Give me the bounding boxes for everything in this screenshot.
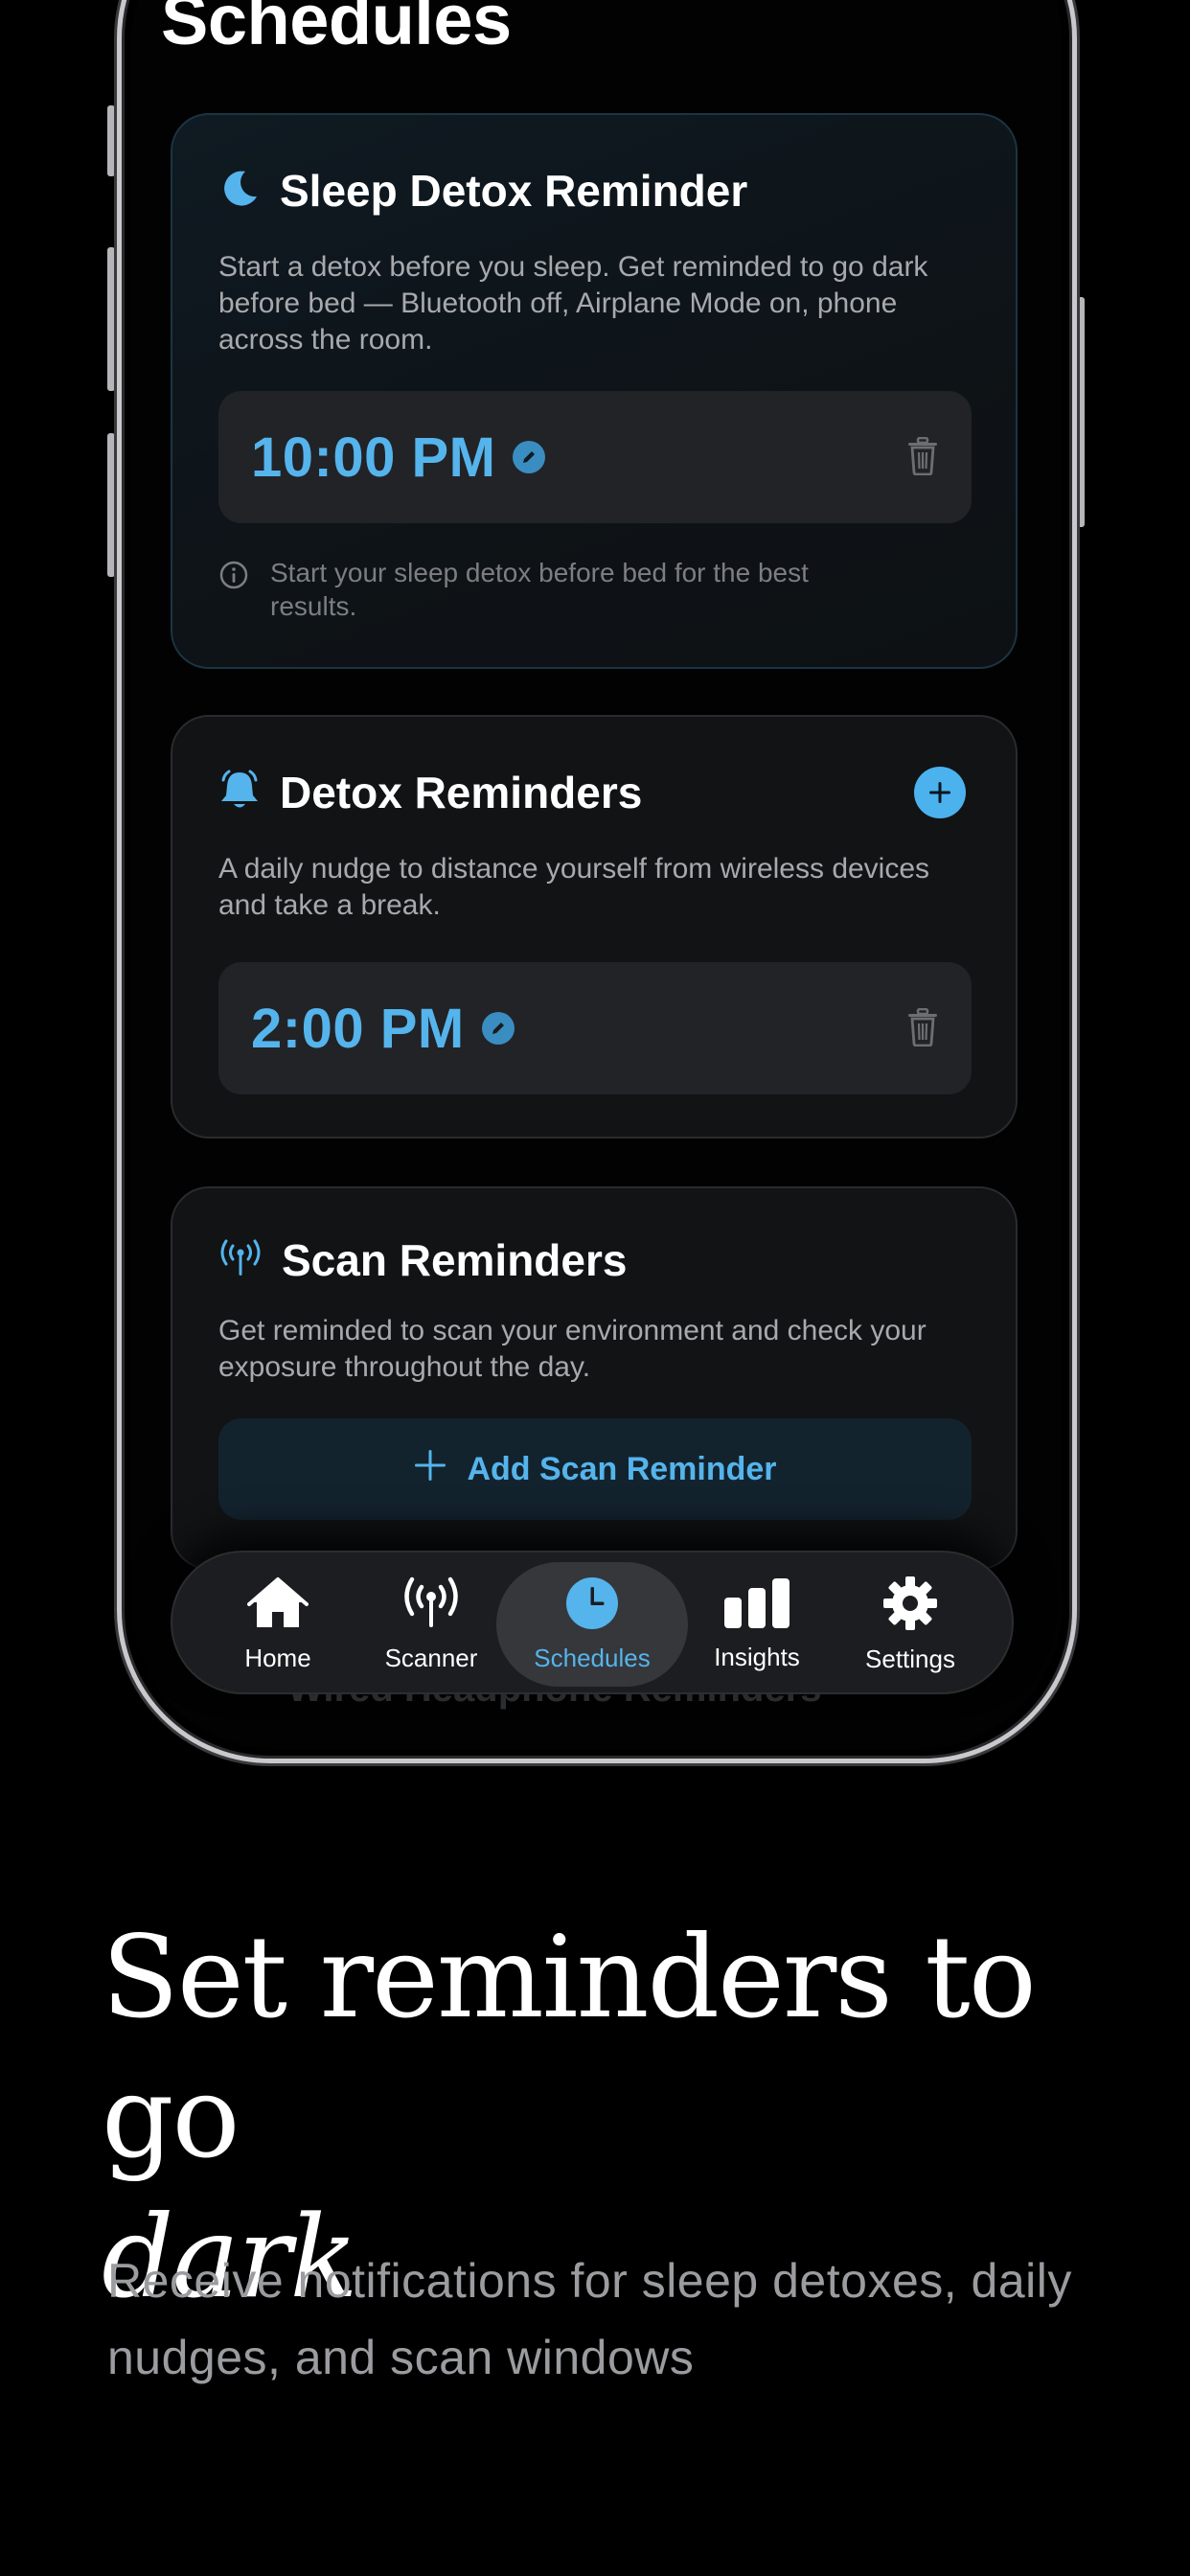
detox-reminders-header: Detox Reminders [218, 767, 642, 818]
delete-detox-reminder-icon[interactable] [906, 1007, 939, 1051]
sleep-detox-hint-text: Start your sleep detox before bed for th… [270, 558, 809, 621]
scan-reminders-title: Scan Reminders [282, 1235, 628, 1285]
detox-reminder-time[interactable]: 2:00 PM [251, 997, 465, 1061]
sleep-detox-card: Sleep Detox Reminder Start a detox befor… [171, 113, 1018, 669]
tab-insights-label: Insights [714, 1643, 800, 1671]
edit-time-icon[interactable] [481, 1012, 515, 1045]
sleep-detox-title: Sleep Detox Reminder [280, 166, 748, 216]
scan-reminders-card: Scan Reminders Get reminded to scan your… [171, 1186, 1018, 1570]
edit-time-icon[interactable] [513, 441, 546, 473]
delete-sleep-reminder-icon[interactable] [906, 436, 939, 480]
add-scan-reminder-button[interactable]: Add Scan Reminder [218, 1418, 972, 1520]
sleep-detox-description: Start a detox before you sleep. Get remi… [218, 251, 928, 356]
detox-reminders-title: Detox Reminders [280, 768, 643, 817]
detox-reminder-time-row[interactable]: 2:00 PM [218, 962, 972, 1094]
detox-reminders-description: A daily nudge to distance yourself from … [218, 853, 930, 921]
tab-bar: Home Scanner Schedules Insights Settings [171, 1551, 1014, 1694]
gear-icon [881, 1575, 939, 1637]
tab-settings-label: Settings [865, 1644, 955, 1673]
tab-scanner[interactable]: Scanner [364, 1552, 498, 1696]
info-icon [218, 560, 249, 623]
tab-schedules-label: Schedules [534, 1644, 651, 1672]
home-icon [247, 1576, 309, 1636]
page-title: Schedules [161, 0, 512, 59]
bar-chart-icon [722, 1576, 791, 1635]
bell-icon [218, 769, 261, 817]
tab-home[interactable]: Home [211, 1552, 345, 1696]
plus-icon [413, 1448, 447, 1491]
tab-insights[interactable]: Insights [690, 1552, 824, 1696]
moon-icon [218, 168, 261, 215]
tab-home-label: Home [244, 1644, 311, 1672]
tab-scanner-label: Scanner [384, 1644, 478, 1672]
scan-reminders-header: Scan Reminders [218, 1234, 627, 1286]
marketing-subhead: Receive notifications for sleep detoxes,… [107, 2254, 1072, 2384]
add-detox-reminder-button[interactable] [914, 767, 966, 818]
tab-schedules[interactable]: Schedules [496, 1562, 688, 1687]
sleep-detox-hint: Start your sleep detox before bed for th… [218, 556, 845, 623]
clock-icon [564, 1576, 620, 1636]
sleep-detox-header: Sleep Detox Reminder [218, 165, 747, 217]
scan-reminders-description: Get reminded to scan your environment an… [218, 1315, 927, 1383]
antenna-icon [401, 1576, 461, 1636]
sleep-detox-time[interactable]: 10:00 PM [251, 426, 495, 490]
app-screen: Schedules Sleep Detox Reminder Start a d… [0, 0, 1190, 1763]
detox-reminders-card: Detox Reminders A daily nudge to distanc… [171, 715, 1018, 1138]
add-scan-reminder-label: Add Scan Reminder [467, 1450, 777, 1487]
headline-text: Set reminders to go [102, 1911, 1037, 2183]
tab-settings[interactable]: Settings [843, 1552, 977, 1696]
antenna-icon [218, 1237, 263, 1284]
sleep-detox-time-row[interactable]: 10:00 PM [218, 391, 972, 523]
